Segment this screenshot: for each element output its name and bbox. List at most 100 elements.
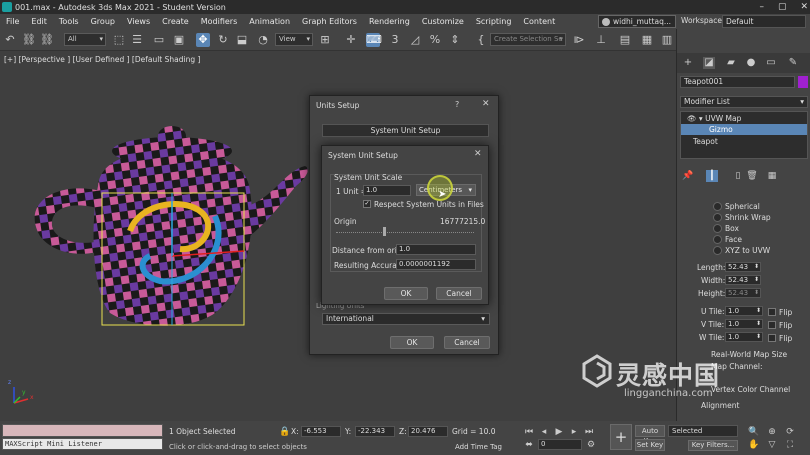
selection-filter-dropdown[interactable]: All (64, 33, 106, 46)
key-mode-icon[interactable]: ⬌ (523, 439, 535, 451)
select-by-name-icon[interactable]: ☰ (130, 33, 144, 47)
move-icon[interactable]: ✥ (196, 33, 210, 47)
wtile-spinner[interactable]: 1.0 (725, 332, 763, 342)
maximize-viewport-icon[interactable]: ⛶ (784, 439, 796, 451)
reference-coord-dropdown[interactable]: View (275, 33, 313, 46)
system-unit-ok-button[interactable]: OK (384, 287, 428, 300)
select-object-icon[interactable]: ⬚ (112, 33, 126, 47)
menu-animation[interactable]: Animation (243, 17, 296, 26)
key-selection-dropdown[interactable]: Selected (668, 425, 738, 437)
distance-field[interactable]: 1.0 (396, 244, 476, 255)
height-spinner[interactable]: 52.43 (725, 288, 761, 298)
link-icon[interactable]: ⛓ (22, 33, 36, 47)
maximize-button[interactable]: ▢ (778, 2, 787, 12)
system-unit-setup-button[interactable]: System Unit Setup (322, 124, 489, 137)
menu-graph-editors[interactable]: Graph Editors (296, 17, 363, 26)
help-button[interactable]: ? (455, 100, 459, 109)
radio-xyz-to-uvw[interactable] (713, 246, 722, 255)
modify-tab-icon[interactable]: ◪ (703, 57, 715, 69)
field-of-view-icon[interactable]: ▽ (766, 439, 778, 451)
maxscript-input[interactable] (2, 424, 163, 437)
menu-customize[interactable]: Customize (416, 17, 470, 26)
configure-sets-icon[interactable]: ▦ (766, 170, 778, 182)
pivot-icon[interactable]: ⊞ (318, 33, 332, 47)
stack-item-teapot[interactable]: Teapot (681, 136, 807, 147)
wtile-flip-checkbox[interactable] (768, 334, 776, 342)
length-spinner[interactable]: 52.43 (725, 262, 761, 272)
create-tab-icon[interactable]: + (682, 57, 694, 69)
pin-stack-icon[interactable]: 📌 (682, 170, 694, 182)
object-color-swatch[interactable] (798, 76, 808, 88)
utile-flip-checkbox[interactable] (768, 308, 776, 316)
layer-explorer-icon[interactable]: ▤ (618, 33, 632, 47)
maxscript-listener[interactable]: MAXScript Mini Listener (2, 438, 163, 450)
motion-tab-icon[interactable]: ● (745, 57, 757, 69)
utile-spinner[interactable]: 1.0 (725, 306, 763, 316)
place-icon[interactable]: ◔ (256, 33, 270, 47)
set-key-button[interactable]: Set Key (635, 439, 665, 451)
workspace-dropdown[interactable]: Default (722, 15, 806, 28)
manipulate-icon[interactable]: ✛ (344, 33, 358, 47)
zoom-all-icon[interactable]: ⊕ (766, 426, 778, 438)
spinner-snap-icon[interactable]: ⇕ (448, 33, 462, 47)
radio-face[interactable] (713, 235, 722, 244)
snaps-toggle-icon[interactable]: 3 (388, 33, 402, 47)
make-unique-icon[interactable]: ▯ (732, 170, 744, 182)
set-key-plus-icon[interactable]: + (610, 424, 632, 450)
stack-item-gizmo[interactable]: Gizmo (681, 124, 807, 135)
curve-editor-icon[interactable]: ▥ (660, 33, 674, 47)
respect-units-checkbox[interactable]: ✓ (363, 200, 371, 208)
x-coord-field[interactable]: -6.553 (301, 426, 341, 437)
units-setup-ok-button[interactable]: OK (390, 336, 434, 349)
vtile-flip-checkbox[interactable] (768, 321, 776, 329)
close-button[interactable]: ✕ (800, 2, 808, 12)
edit-named-sel-icon[interactable]: { (474, 33, 488, 47)
rect-selection-icon[interactable]: ▭ (152, 33, 166, 47)
named-selection-dropdown[interactable]: Create Selection Se (490, 33, 566, 46)
minimize-button[interactable]: – (759, 2, 764, 12)
undo-icon[interactable]: ↶ (3, 33, 17, 47)
origin-slider-thumb[interactable] (383, 227, 386, 236)
unit-value-field[interactable]: 1.0 (363, 185, 411, 196)
add-time-tag[interactable]: Add Time Tag (455, 443, 502, 451)
vtile-spinner[interactable]: 1.0 (725, 319, 763, 329)
menu-file[interactable]: File (0, 17, 25, 26)
menu-content[interactable]: Content (517, 17, 561, 26)
unlink-icon[interactable]: ⛓ (40, 33, 54, 47)
hierarchy-tab-icon[interactable]: ▰ (725, 57, 737, 69)
rotate-icon[interactable]: ↻ (216, 33, 230, 47)
stack-item-uvw-map[interactable]: 👁 ▾ UVW Map (681, 113, 807, 124)
menu-views[interactable]: Views (121, 17, 156, 26)
show-end-result-icon[interactable]: ┃ (706, 170, 718, 182)
current-frame-field[interactable]: 0 (538, 439, 582, 450)
scale-icon[interactable]: ⬓ (235, 33, 249, 47)
radio-box[interactable] (713, 224, 722, 233)
mirror-icon[interactable]: ⧐ (572, 33, 586, 47)
object-name-field[interactable]: Teapot001 (680, 76, 795, 88)
menu-tools[interactable]: Tools (53, 17, 85, 26)
time-config-icon[interactable]: ⚙ (585, 439, 597, 451)
display-tab-icon[interactable]: ▭ (765, 57, 777, 69)
menu-create[interactable]: Create (156, 17, 195, 26)
zoom-icon[interactable]: 🔍 (748, 426, 760, 438)
system-unit-setup-close-button[interactable]: ✕ (474, 149, 482, 159)
percent-snap-icon[interactable]: % (428, 33, 442, 47)
goto-start-icon[interactable]: ⏮ (523, 426, 535, 438)
y-coord-field[interactable]: -22.343 (355, 426, 395, 437)
angle-snap-icon[interactable]: ◿ (408, 33, 422, 47)
play-icon[interactable]: ▶ (553, 426, 565, 438)
key-filters-button[interactable]: Key Filters... (688, 440, 738, 451)
eye-icon[interactable]: 👁 (687, 114, 697, 123)
radio-shrink-wrap[interactable] (713, 213, 722, 222)
menu-scripting[interactable]: Scripting (470, 17, 518, 26)
units-setup-cancel-button[interactable]: Cancel (444, 336, 490, 349)
lighting-units-dropdown[interactable]: International (322, 313, 490, 325)
menu-edit[interactable]: Edit (25, 17, 53, 26)
z-coord-field[interactable]: 20.476 (408, 426, 448, 437)
user-account-dropdown[interactable]: widhi_muttaq... (598, 15, 676, 28)
keyboard-shortcut-icon[interactable]: ⌨ (366, 33, 382, 47)
utilities-tab-icon[interactable]: ✎ (787, 57, 799, 69)
lock-selection-icon[interactable]: 🔒 (279, 427, 290, 437)
scene-explorer-icon[interactable]: ▦ (640, 33, 654, 47)
width-spinner[interactable]: 52.43 (725, 275, 761, 285)
